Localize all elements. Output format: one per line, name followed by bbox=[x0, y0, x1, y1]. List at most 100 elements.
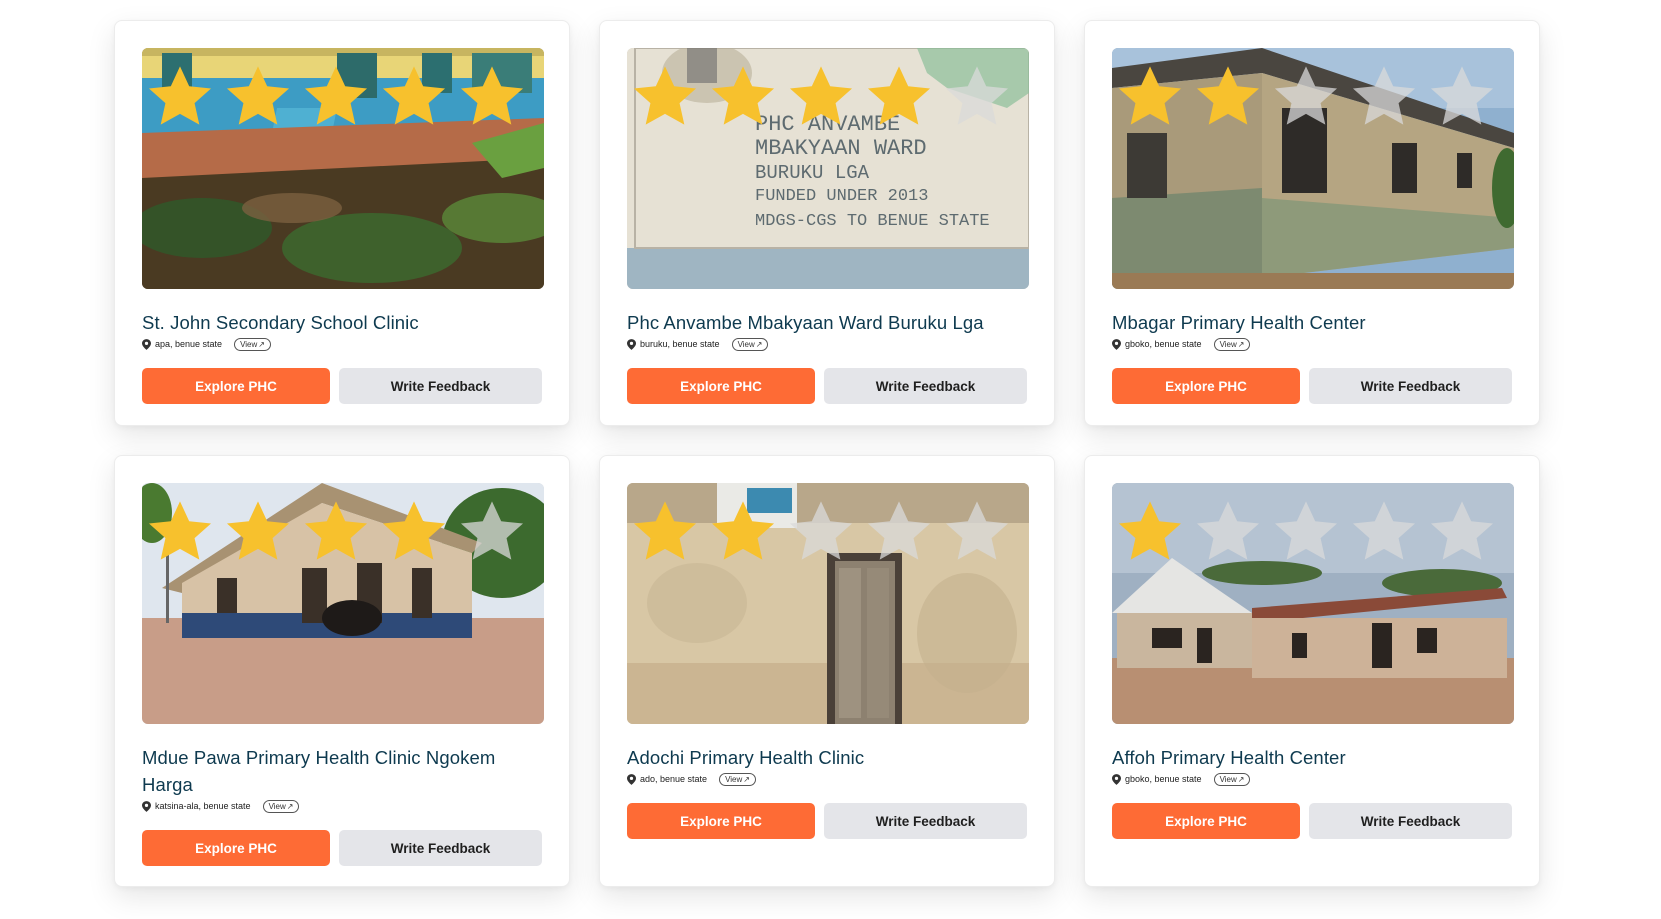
star-icon bbox=[148, 501, 212, 560]
write-feedback-button[interactable]: Write Feedback bbox=[339, 830, 542, 866]
external-arrow-icon: ↗ bbox=[286, 801, 294, 811]
view-link[interactable]: View ↗ bbox=[262, 799, 300, 813]
write-feedback-button[interactable]: Write Feedback bbox=[1309, 368, 1512, 404]
view-label: View bbox=[1219, 774, 1237, 784]
location-text: katsina-ala, benue state bbox=[155, 801, 251, 811]
phc-photo[interactable] bbox=[1112, 483, 1514, 724]
view-link[interactable]: View ↗ bbox=[1213, 772, 1251, 786]
explore-phc-button[interactable]: Explore PHC bbox=[1112, 368, 1301, 404]
external-arrow-icon: ↗ bbox=[743, 774, 750, 784]
card-actions: Explore PHC Write Feedback bbox=[1112, 803, 1512, 839]
phc-photo[interactable]: PHC ANVAMBE MBAKYAAN WARD BURUKU LGA FUN… bbox=[627, 48, 1029, 289]
star-icon bbox=[460, 501, 524, 560]
external-arrow-icon: ↗ bbox=[1237, 774, 1245, 784]
view-link[interactable]: View ↗ bbox=[1213, 337, 1251, 351]
write-feedback-button[interactable]: Write Feedback bbox=[824, 803, 1027, 839]
map-pin-icon bbox=[627, 773, 636, 785]
star-icon bbox=[1118, 501, 1182, 560]
explore-phc-button[interactable]: Explore PHC bbox=[142, 830, 331, 866]
phc-card: St. John Secondary School Clinic apa, be… bbox=[114, 20, 570, 426]
view-link[interactable]: View ↗ bbox=[719, 772, 756, 786]
phc-photo[interactable] bbox=[627, 483, 1029, 724]
star-icon bbox=[460, 66, 524, 125]
view-link[interactable]: View ↗ bbox=[731, 337, 769, 351]
location-text: buruku, benue state bbox=[640, 339, 720, 349]
map-pin-icon bbox=[1112, 338, 1121, 350]
star-icon bbox=[945, 66, 1009, 125]
star-icon bbox=[226, 66, 290, 125]
view-label: View bbox=[268, 801, 286, 811]
write-feedback-button[interactable]: Write Feedback bbox=[1309, 803, 1512, 839]
rating-stars bbox=[142, 60, 530, 136]
write-feedback-button[interactable]: Write Feedback bbox=[339, 368, 542, 404]
star-icon bbox=[867, 501, 931, 560]
view-label: View bbox=[1219, 339, 1237, 349]
card-actions: Explore PHC Write Feedback bbox=[627, 803, 1027, 839]
star-icon bbox=[711, 66, 775, 125]
location-text: apa, benue state bbox=[155, 339, 223, 349]
view-label: View bbox=[725, 774, 743, 784]
star-icon bbox=[382, 66, 446, 125]
star-icon bbox=[304, 501, 368, 560]
star-icon bbox=[945, 501, 1009, 560]
location-row: gboko, benue state View ↗ bbox=[1112, 336, 1512, 352]
phc-photo[interactable] bbox=[142, 48, 544, 289]
phc-card: Mdue Pawa Primary Health Clinic Ngokem H… bbox=[114, 455, 570, 887]
view-link[interactable]: View ↗ bbox=[234, 337, 271, 351]
rating-stars bbox=[1112, 60, 1500, 136]
external-arrow-icon: ↗ bbox=[1237, 339, 1245, 349]
sign-text-line: MDGS-CGS TO BENUE STATE bbox=[755, 212, 990, 231]
star-icon bbox=[1430, 501, 1494, 560]
phc-photo[interactable] bbox=[1112, 48, 1514, 289]
external-arrow-icon: ↗ bbox=[258, 339, 265, 349]
map-pin-icon bbox=[627, 338, 636, 350]
card-actions: Explore PHC Write Feedback bbox=[1112, 368, 1512, 404]
rating-stars bbox=[627, 495, 1015, 571]
location-text: gboko, benue state bbox=[1125, 339, 1202, 349]
star-icon bbox=[1352, 66, 1416, 125]
phc-title[interactable]: Mbagar Primary Health Center bbox=[1112, 309, 1512, 336]
star-icon bbox=[304, 66, 368, 125]
phc-card: Affoh Primary Health Center gboko, benue… bbox=[1084, 455, 1540, 887]
star-icon bbox=[382, 501, 446, 560]
star-icon bbox=[148, 66, 212, 125]
phc-photo[interactable] bbox=[142, 483, 544, 724]
location-text: ado, benue state bbox=[640, 774, 708, 784]
write-feedback-button[interactable]: Write Feedback bbox=[824, 368, 1027, 404]
phc-title[interactable]: Adochi Primary Health Clinic bbox=[627, 744, 1027, 771]
phc-card: PHC ANVAMBE MBAKYAAN WARD BURUKU LGA FUN… bbox=[599, 20, 1055, 426]
explore-phc-button[interactable]: Explore PHC bbox=[627, 368, 816, 404]
map-pin-icon bbox=[142, 338, 151, 350]
star-icon bbox=[1196, 66, 1260, 125]
phc-title[interactable]: Phc Anvambe Mbakyaan Ward Buruku Lga bbox=[627, 309, 1027, 336]
explore-phc-button[interactable]: Explore PHC bbox=[1112, 803, 1301, 839]
map-pin-icon bbox=[142, 800, 151, 812]
explore-phc-button[interactable]: Explore PHC bbox=[627, 803, 816, 839]
star-icon bbox=[226, 501, 290, 560]
explore-phc-button[interactable]: Explore PHC bbox=[142, 368, 331, 404]
phc-title[interactable]: St. John Secondary School Clinic bbox=[142, 309, 542, 336]
star-icon bbox=[1118, 66, 1182, 125]
rating-stars bbox=[627, 60, 1015, 136]
star-icon bbox=[1274, 501, 1338, 560]
sign-text-line: BURUKU LGA bbox=[755, 162, 870, 184]
sign-text-line: FUNDED UNDER 2013 bbox=[755, 187, 928, 206]
phc-title[interactable]: Affoh Primary Health Center bbox=[1112, 744, 1512, 771]
view-label: View bbox=[737, 339, 755, 349]
star-icon bbox=[789, 66, 853, 125]
phc-title[interactable]: Mdue Pawa Primary Health Clinic Ngokem H… bbox=[142, 744, 542, 798]
star-icon bbox=[711, 501, 775, 560]
star-icon bbox=[633, 501, 697, 560]
star-icon bbox=[1430, 66, 1494, 125]
star-icon bbox=[1274, 66, 1338, 125]
location-row: katsina-ala, benue state View ↗ bbox=[142, 798, 542, 814]
card-actions: Explore PHC Write Feedback bbox=[627, 368, 1027, 404]
external-arrow-icon: ↗ bbox=[755, 339, 763, 349]
location-row: gboko, benue state View ↗ bbox=[1112, 771, 1512, 787]
sign-text-line: MBAKYAAN WARD bbox=[755, 136, 927, 161]
location-row: buruku, benue state View ↗ bbox=[627, 336, 1027, 352]
location-row: ado, benue state View ↗ bbox=[627, 771, 1027, 787]
card-actions: Explore PHC Write Feedback bbox=[142, 368, 542, 404]
phc-card: Mbagar Primary Health Center gboko, benu… bbox=[1084, 20, 1540, 426]
star-icon bbox=[1196, 501, 1260, 560]
